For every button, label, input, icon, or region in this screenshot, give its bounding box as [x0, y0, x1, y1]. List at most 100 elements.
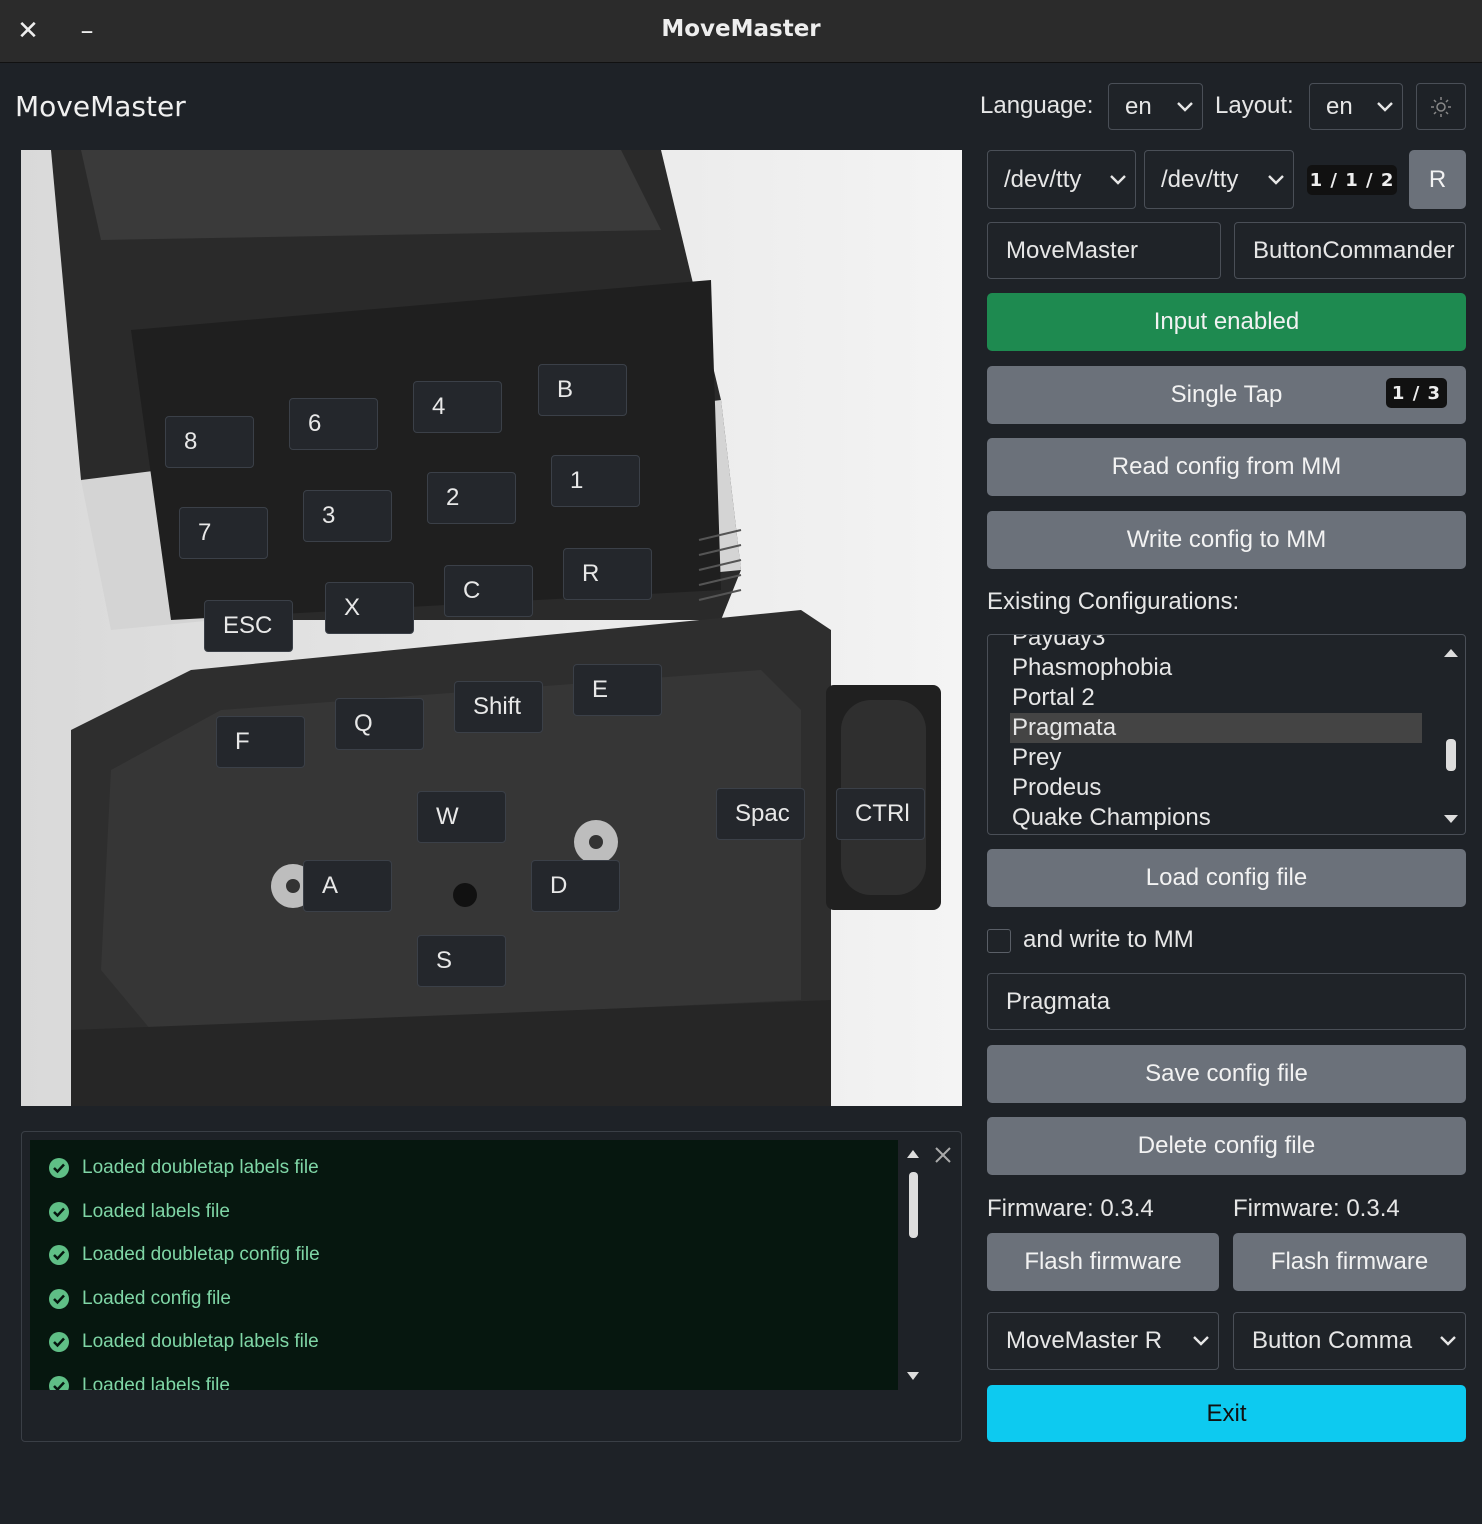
- log-line-text: Loaded config file: [82, 1288, 231, 1309]
- refresh-ports-button[interactable]: R: [1409, 150, 1466, 209]
- list-item[interactable]: Portal 2: [1010, 683, 1422, 713]
- layout-select[interactable]: en: [1309, 83, 1403, 130]
- read-config-button[interactable]: Read config from MM: [987, 438, 1466, 496]
- delete-config-button[interactable]: Delete config file: [987, 1117, 1466, 1175]
- check-circle-icon: [49, 1376, 69, 1390]
- log-line-text: Loaded labels file: [82, 1375, 230, 1390]
- flash-firmware-button-1[interactable]: Flash firmware: [987, 1233, 1219, 1291]
- key-label-4[interactable]: 4: [413, 381, 502, 433]
- port-count-badge: 1 / 1 / 2: [1307, 165, 1397, 195]
- flash-firmware-button-2[interactable]: Flash firmware: [1233, 1233, 1466, 1291]
- input-enabled-button[interactable]: Input enabled: [987, 293, 1466, 351]
- key-label-3[interactable]: 3: [303, 490, 392, 542]
- write-to-mm-label: and write to MM: [1023, 926, 1194, 953]
- log-close-icon[interactable]: [930, 1142, 956, 1168]
- key-label-1[interactable]: 1: [551, 455, 640, 507]
- port-select-2-value: /dev/tty: [1161, 165, 1239, 193]
- key-label-q[interactable]: Q: [335, 698, 424, 750]
- chevron-down-icon: [1368, 101, 1402, 113]
- key-label-a[interactable]: A: [303, 860, 392, 912]
- log-line-text: Loaded doubletap labels file: [82, 1157, 319, 1178]
- device-select-2-value: Button Comma: [1252, 1327, 1413, 1354]
- log-line-text: Loaded doubletap config file: [82, 1244, 320, 1265]
- log-line: Loaded doubletap config file: [48, 1240, 320, 1270]
- log-line-text: Loaded labels file: [82, 1201, 230, 1222]
- chevron-down-icon: [1168, 101, 1202, 113]
- write-to-mm-checkbox[interactable]: [987, 929, 1011, 953]
- window-titlebar: ✕ – MoveMaster: [0, 0, 1482, 63]
- language-value: en: [1125, 92, 1152, 120]
- list-item[interactable]: Phasmophobia: [1010, 653, 1422, 683]
- key-label-e[interactable]: E: [573, 664, 662, 716]
- key-label-x[interactable]: X: [325, 582, 414, 634]
- chevron-down-icon: [1259, 174, 1293, 186]
- log-scrollbar[interactable]: [900, 1140, 926, 1390]
- existing-configurations-label: Existing Configurations:: [987, 588, 1240, 615]
- log-line: Loaded doubletap labels file: [48, 1153, 319, 1183]
- key-label-shift[interactable]: Shift: [454, 681, 543, 733]
- key-label-2[interactable]: 2: [427, 472, 516, 524]
- tap-mode-badge: 1 / 3: [1386, 378, 1447, 408]
- key-label-6[interactable]: 6: [289, 398, 378, 450]
- device-select-1-value: MoveMaster R: [1006, 1327, 1163, 1354]
- port-select-1[interactable]: /dev/tty: [987, 150, 1136, 209]
- log-panel: Loaded doubletap labels file Loaded labe…: [21, 1131, 962, 1442]
- key-label-7[interactable]: 7: [179, 507, 268, 559]
- log-line: Loaded doubletap labels file: [48, 1327, 319, 1357]
- log-output: Loaded doubletap labels file Loaded labe…: [30, 1140, 898, 1390]
- config-name-input[interactable]: Pragmata: [987, 973, 1466, 1030]
- list-item[interactable]: Quake Champions: [1010, 803, 1422, 833]
- list-item[interactable]: Payday3: [1010, 635, 1422, 653]
- key-label-b[interactable]: B: [538, 364, 627, 416]
- chevron-down-icon: [1101, 174, 1135, 186]
- key-label-d[interactable]: D: [531, 860, 620, 912]
- list-item[interactable]: Prey: [1010, 743, 1422, 773]
- configurations-scrollbar[interactable]: [1440, 641, 1462, 831]
- key-label-s[interactable]: S: [417, 935, 506, 987]
- device2-name-field[interactable]: ButtonCommander: [1234, 222, 1466, 279]
- language-select[interactable]: en: [1108, 83, 1203, 130]
- key-label-space[interactable]: Spac: [716, 788, 805, 840]
- log-line-text: Loaded doubletap labels file: [82, 1331, 319, 1352]
- device-render-panel: 8 6 4 B 7 3 2 1 ESC X C R F Q Shift E W …: [21, 150, 962, 1106]
- check-circle-icon: [49, 1332, 69, 1352]
- device-select-2[interactable]: Button Comma: [1233, 1312, 1466, 1370]
- app-title: MoveMaster: [15, 90, 186, 123]
- port-select-1-value: /dev/tty: [1004, 165, 1082, 193]
- check-circle-icon: [49, 1202, 69, 1222]
- configurations-list[interactable]: Payday3 Phasmophobia Portal 2 Pragmata P…: [987, 634, 1466, 835]
- log-line: Loaded labels file: [48, 1197, 230, 1227]
- theme-toggle-button[interactable]: [1416, 83, 1466, 130]
- language-label: Language:: [980, 92, 1094, 119]
- layout-value: en: [1326, 92, 1353, 120]
- key-label-esc[interactable]: ESC: [204, 600, 293, 652]
- key-label-r[interactable]: R: [563, 548, 652, 600]
- scroll-down-icon: [907, 1372, 919, 1380]
- log-line: Loaded config file: [48, 1284, 231, 1314]
- key-label-f[interactable]: F: [216, 716, 305, 768]
- write-config-button[interactable]: Write config to MM: [987, 511, 1466, 569]
- check-circle-icon: [49, 1289, 69, 1309]
- sun-icon: [1431, 96, 1451, 117]
- port-select-2[interactable]: /dev/tty: [1144, 150, 1294, 209]
- save-config-button[interactable]: Save config file: [987, 1045, 1466, 1103]
- firmware-version-2: Firmware: 0.3.4: [1233, 1195, 1400, 1222]
- device1-name-field[interactable]: MoveMaster: [987, 222, 1221, 279]
- chevron-down-icon: [1184, 1335, 1218, 1347]
- device-select-1[interactable]: MoveMaster R: [987, 1312, 1219, 1370]
- key-label-w[interactable]: W: [417, 791, 506, 843]
- key-label-8[interactable]: 8: [165, 416, 254, 468]
- check-circle-icon: [49, 1158, 69, 1178]
- log-line: Loaded labels file: [48, 1371, 230, 1390]
- list-item-selected[interactable]: Pragmata: [1010, 713, 1422, 743]
- scroll-thumb: [909, 1172, 918, 1238]
- key-label-c[interactable]: C: [444, 565, 533, 617]
- load-config-button[interactable]: Load config file: [987, 849, 1466, 907]
- window-title: MoveMaster: [661, 16, 821, 42]
- list-item[interactable]: Prodeus: [1010, 773, 1422, 803]
- key-label-ctrl[interactable]: CTRl: [836, 788, 925, 840]
- check-circle-icon: [49, 1245, 69, 1265]
- layout-label: Layout:: [1215, 92, 1294, 119]
- firmware-version-1: Firmware: 0.3.4: [987, 1195, 1154, 1222]
- exit-button[interactable]: Exit: [987, 1385, 1466, 1442]
